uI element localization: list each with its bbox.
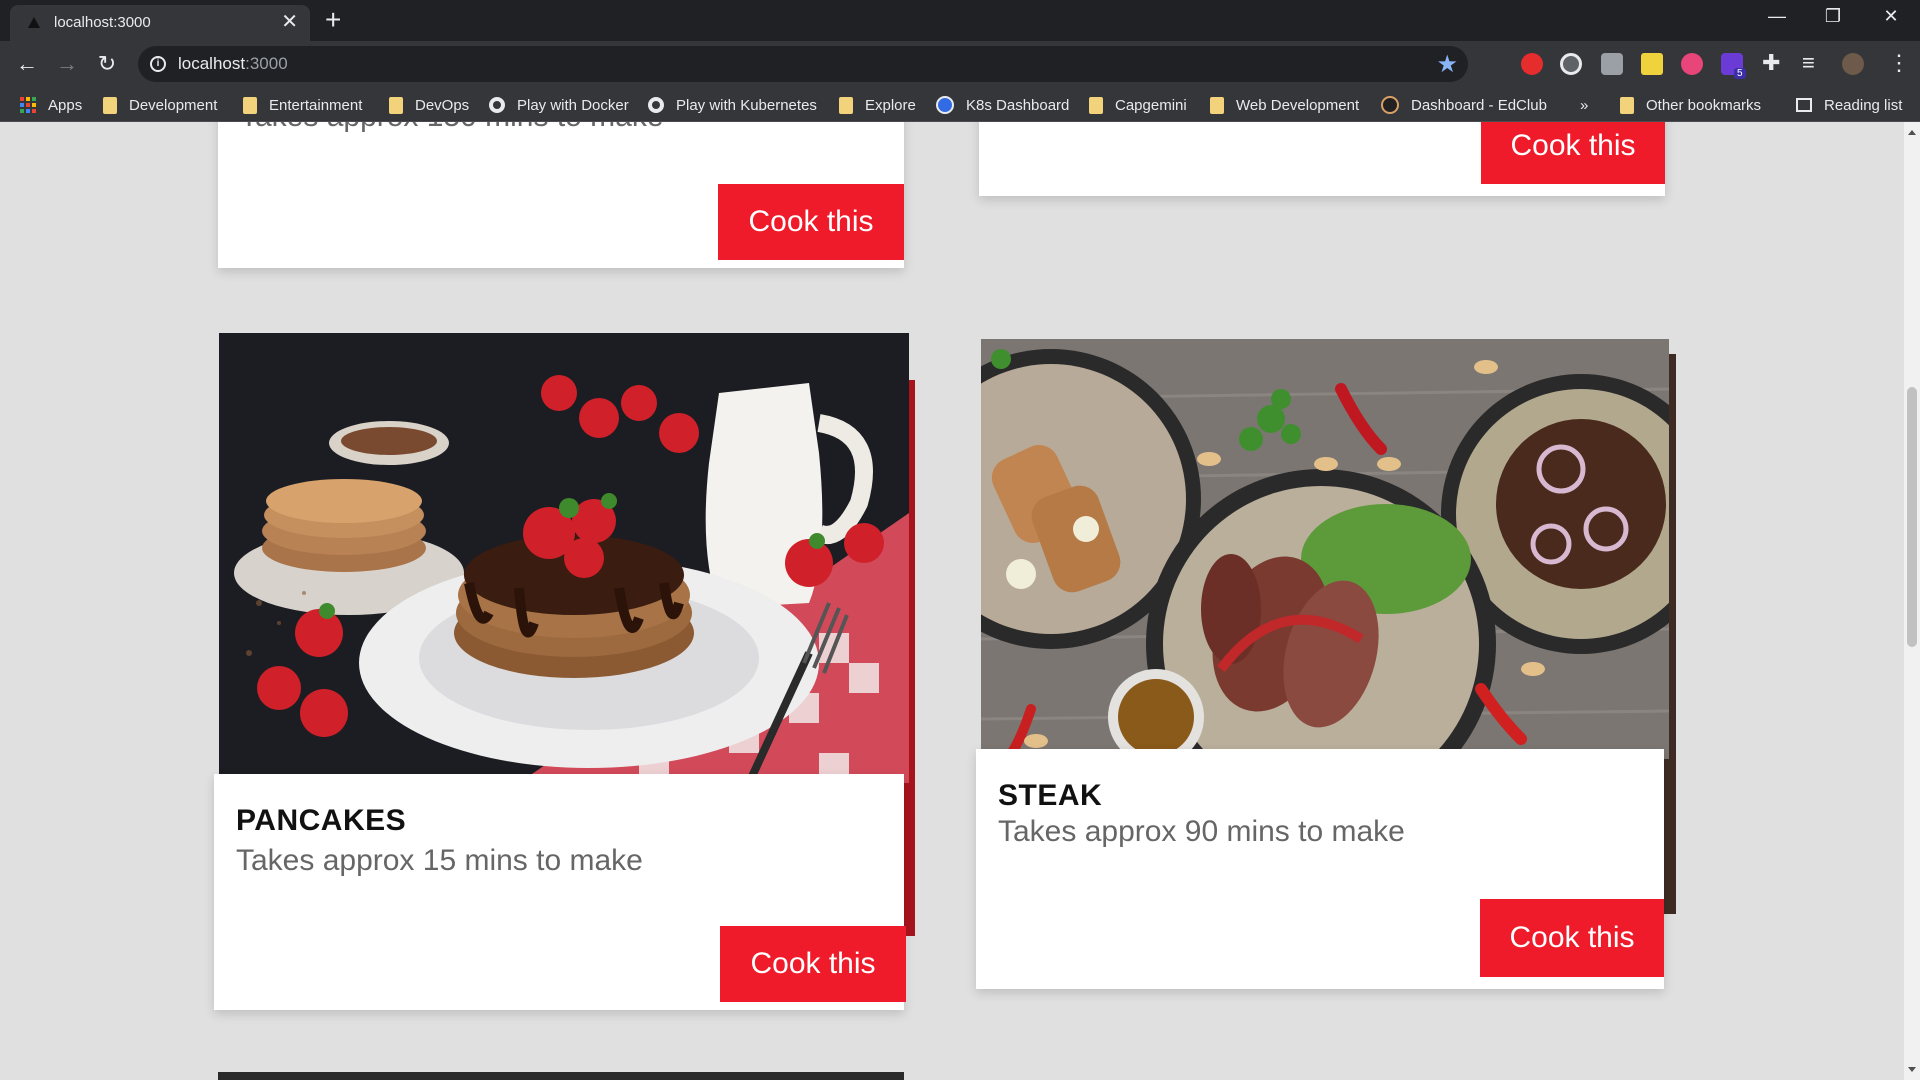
bookmarks-bar: Apps Development Entertainment DevOps Pl… [0, 88, 1920, 122]
bookmark-apps[interactable]: Apps [20, 95, 82, 115]
browser-tab[interactable]: localhost:3000 ✕ [10, 5, 310, 41]
folder-icon [839, 96, 853, 114]
bookmark-play-with-kubernetes[interactable]: Play with Kubernetes [648, 95, 817, 115]
site-info-icon[interactable]: i [150, 56, 166, 72]
scrollbar-thumb[interactable] [1907, 387, 1917, 647]
scroll-up-arrow-icon[interactable] [1908, 130, 1916, 135]
reload-icon[interactable]: ↻ [92, 49, 122, 79]
steak-photo [981, 339, 1669, 759]
back-icon[interactable]: ← [12, 49, 42, 79]
cook-this-button[interactable]: Cook this [718, 184, 904, 260]
folder-icon [243, 96, 257, 114]
bookmark-play-with-docker[interactable]: Play with Docker [489, 95, 629, 115]
recipe-card-pancakes: PANCAKES Takes approx 15 mins to make Co… [214, 774, 906, 1010]
close-window-button[interactable]: ✕ [1866, 6, 1916, 27]
kubernetes-icon [936, 96, 954, 114]
extension-block-icon[interactable] [1560, 53, 1582, 75]
url-text[interactable]: localhost:3000 [178, 54, 288, 74]
bookmark-star-icon[interactable]: ★ [1436, 50, 1458, 79]
recipe-time: Takes approx 90 mins to make [998, 815, 1405, 848]
bookmark-entertainment[interactable]: Entertainment [243, 95, 362, 115]
recipe-title: PANCAKES [236, 804, 407, 837]
next-recipe-card-edge [218, 1072, 904, 1080]
recipe-time: Takes approx 150 mins to make [240, 122, 664, 134]
globe-icon [648, 97, 664, 113]
media-control-icon[interactable]: ≡ [1802, 51, 1815, 75]
extension-adblock-icon[interactable] [1521, 53, 1543, 75]
folder-icon [1620, 96, 1634, 114]
scroll-down-arrow-icon[interactable] [1908, 1067, 1916, 1072]
new-tab-button[interactable]: + [325, 4, 341, 36]
recipe-card-top-left: Takes approx 150 mins to make Cook this [218, 122, 904, 268]
pancakes-photo [219, 333, 909, 783]
bookmarks-overflow-button[interactable]: » [1580, 95, 1588, 115]
folder-icon [1089, 96, 1103, 114]
extensions-puzzle-icon[interactable]: ✚ [1762, 51, 1780, 75]
minimize-button[interactable]: — [1752, 6, 1802, 27]
reading-list-icon [1796, 98, 1812, 112]
bookmark-web-development[interactable]: Web Development [1210, 95, 1359, 115]
cook-this-button[interactable]: Cook this [1481, 122, 1665, 184]
bookmark-devops[interactable]: DevOps [389, 95, 469, 115]
apps-grid-icon [20, 97, 36, 113]
folder-icon [389, 96, 403, 114]
edclub-icon [1381, 96, 1399, 114]
tab-close-icon[interactable]: ✕ [281, 11, 298, 33]
folder-icon [103, 96, 117, 114]
browser-toolbar: ← → ↻ i localhost:3000 ★ 5 ✚ ≡ ⋮ [0, 41, 1920, 88]
tab-title: localhost:3000 [54, 14, 151, 31]
forward-icon[interactable]: → [52, 49, 82, 79]
recipe-time: Takes approx 15 mins to make [236, 844, 643, 877]
folder-icon [1210, 96, 1224, 114]
bookmark-k8s-dashboard[interactable]: K8s Dashboard [936, 95, 1069, 115]
page-viewport: Takes approx 150 mins to make Cook this … [0, 122, 1904, 1080]
recipe-title: STEAK [998, 779, 1103, 812]
page-scrollbar[interactable] [1904, 122, 1920, 1080]
profile-avatar[interactable] [1842, 53, 1864, 75]
bookmark-edclub[interactable]: Dashboard - EdClub [1381, 95, 1547, 115]
cook-this-button[interactable]: Cook this [1480, 899, 1664, 977]
reading-list-button[interactable]: Reading list [1796, 95, 1902, 115]
bookmark-explore[interactable]: Explore [839, 95, 916, 115]
tab-strip: localhost:3000 ✕ + — ❐ ✕ [0, 0, 1920, 41]
address-bar[interactable]: i localhost:3000 ★ [138, 46, 1468, 82]
bookmark-capgemini[interactable]: Capgemini [1089, 95, 1187, 115]
globe-icon [489, 97, 505, 113]
restore-button[interactable]: ❐ [1808, 6, 1858, 27]
extension-js-icon[interactable] [1641, 53, 1663, 75]
recipe-card-top-right: Cook this [979, 122, 1665, 196]
extension-t-icon[interactable] [1681, 53, 1703, 75]
tab-favicon-icon [28, 17, 40, 28]
extension-badge: 5 [1734, 68, 1746, 79]
recipe-card-steak: STEAK Takes approx 90 mins to make Cook … [976, 749, 1664, 989]
chrome-menu-icon[interactable]: ⋮ [1888, 51, 1910, 75]
extension-gray-icon[interactable] [1601, 53, 1623, 75]
bookmark-other-bookmarks[interactable]: Other bookmarks [1620, 95, 1761, 115]
cook-this-button[interactable]: Cook this [720, 926, 906, 1002]
bookmark-development[interactable]: Development [103, 95, 217, 115]
